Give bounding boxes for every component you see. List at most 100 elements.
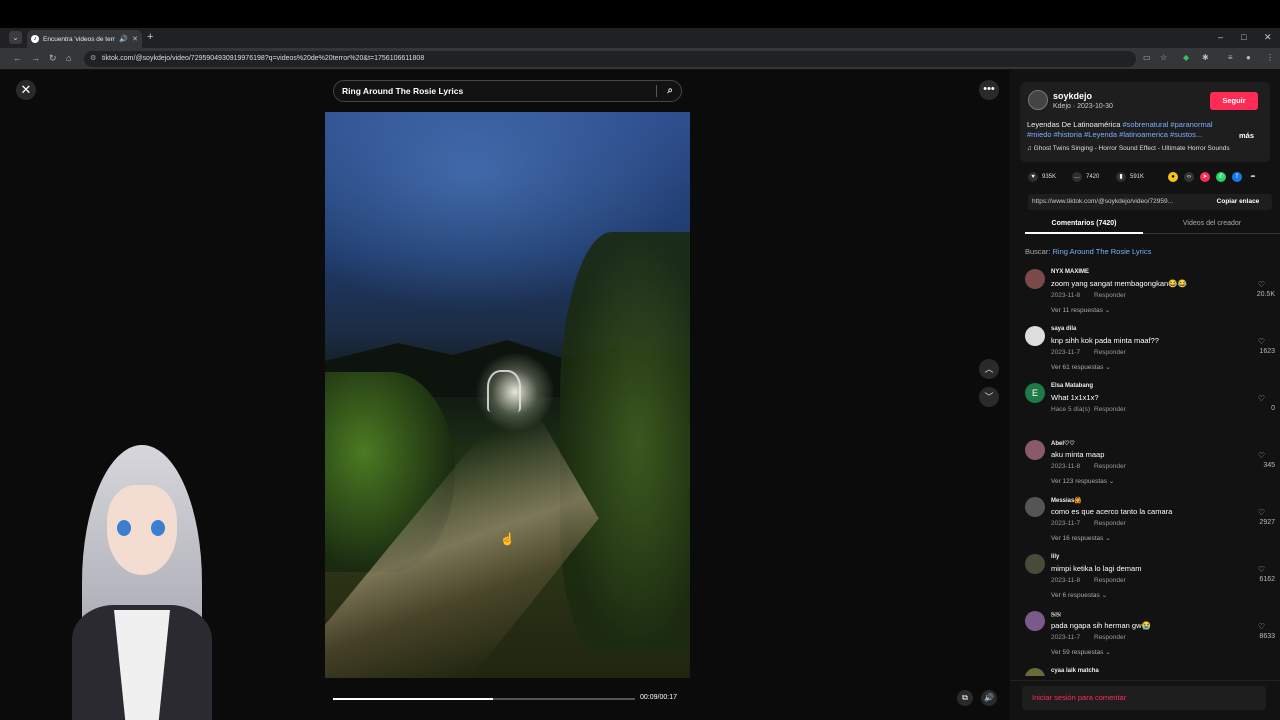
reply-link[interactable]: Responder [1094, 463, 1126, 470]
coin-icon[interactable]: ● [1168, 172, 1178, 182]
facebook-icon[interactable]: f [1232, 172, 1242, 182]
commenter-name[interactable]: lily [1051, 554, 1059, 560]
commenter-avatar[interactable] [1025, 668, 1045, 676]
description-hashtags-2[interactable]: #miedo #historia #Leyenda #latinoamerica… [1027, 130, 1202, 139]
comment-like-icon[interactable]: ♡ [1258, 280, 1265, 289]
extensions-icon[interactable]: ✱ [1202, 53, 1209, 62]
tab-list-button[interactable]: ⌄ [9, 31, 22, 44]
tab-comments[interactable]: Comentarios (7420) [1025, 220, 1143, 234]
commenter-name[interactable]: cyaa laik matcha [1051, 668, 1099, 674]
commenter-avatar[interactable] [1025, 440, 1045, 460]
search-hint-query[interactable]: Ring Around The Rosie Lyrics [1053, 247, 1152, 256]
search-icon[interactable]: ⌕ [667, 81, 673, 101]
reply-link[interactable]: Responder [1094, 292, 1126, 299]
window-close-button[interactable]: ✕ [1264, 32, 1272, 43]
comment-like-icon[interactable]: ♡ [1258, 565, 1265, 574]
commenter-name[interactable]: NYX MAXIME [1051, 269, 1089, 275]
window-maximize-button[interactable]: □ [1241, 32, 1246, 42]
follow-button[interactable]: Seguir [1210, 92, 1258, 110]
commenter-name[interactable]: Elsa Matabang [1051, 383, 1093, 389]
reply-link[interactable]: Responder [1094, 349, 1126, 356]
progress-bar[interactable] [333, 698, 635, 700]
home-icon[interactable]: ⌂ [66, 53, 71, 63]
whatsapp-icon[interactable]: ✆ [1216, 172, 1226, 182]
author-name[interactable]: soykdejo [1053, 91, 1092, 101]
volume-icon[interactable]: 🔊 [981, 690, 997, 706]
comment-like-icon[interactable]: ♡ [1258, 394, 1265, 403]
site-info-icon[interactable]: ⚙ [90, 51, 96, 67]
floating-player-icon[interactable]: ⧉ [957, 690, 973, 706]
reply-link[interactable]: Responder [1094, 634, 1126, 641]
comment-text: aku minta maap [1051, 450, 1105, 459]
search-input[interactable]: Ring Around The Rosie Lyrics ⌕ [333, 80, 682, 102]
url-field[interactable]: ⚙ tiktok.com/@soykdejo/video/72959049309… [84, 51, 1136, 67]
shield-extension-icon[interactable]: ◆ [1183, 53, 1189, 62]
login-to-comment-button[interactable]: Iniciar sesión para comentar [1022, 686, 1266, 710]
next-video-icon[interactable]: ﹀ [979, 387, 999, 407]
tab-audio-icon[interactable]: 🔊 [119, 35, 128, 43]
commenter-name[interactable]: Abel♡♡ [1051, 440, 1075, 447]
forward-icon[interactable]: → [31, 53, 40, 63]
reply-link[interactable]: Responder [1094, 577, 1126, 584]
description-hashtags-1[interactable]: #sobrenatural #paranormal [1122, 120, 1212, 129]
media-control-icon[interactable]: ≡ [1228, 53, 1233, 62]
tab-creator-videos[interactable]: Videos del creador [1153, 220, 1271, 227]
share-arrow-icon[interactable]: ➦ [1248, 172, 1258, 182]
embed-icon[interactable]: ‹› [1184, 172, 1194, 182]
more-link[interactable]: más [1239, 131, 1254, 140]
bookmark-star-icon[interactable]: ☆ [1160, 53, 1167, 62]
view-replies-link[interactable]: Ver 6 respuestas ⌄ [1051, 591, 1107, 599]
commenter-avatar[interactable] [1025, 554, 1045, 574]
more-options-icon[interactable]: ••• [979, 80, 999, 100]
video-frame[interactable] [325, 112, 690, 678]
profile-avatar-icon[interactable]: ● [1246, 53, 1251, 62]
install-app-icon[interactable]: ▭ [1143, 53, 1151, 62]
avatar-face [107, 485, 177, 575]
send-icon[interactable]: ➤ [1200, 172, 1210, 182]
new-tab-button[interactable]: + [147, 31, 153, 43]
comment-like-icon[interactable]: ♡ [1258, 508, 1265, 517]
vtuber-avatar-overlay [52, 445, 232, 720]
previous-video-icon[interactable]: ︿ [979, 359, 999, 379]
share-link-text[interactable]: https://www.tiktok.com/@soykdejo/video/7… [1032, 198, 1197, 205]
likes-count: 935K [1042, 174, 1057, 180]
comment-like-icon[interactable]: ♡ [1258, 451, 1265, 460]
commenter-avatar[interactable] [1025, 269, 1045, 289]
view-replies-link[interactable]: Ver 123 respuestas ⌄ [1051, 477, 1114, 485]
avatar-right-eye [151, 520, 165, 536]
view-replies-link[interactable]: Ver 11 respuestas ⌄ [1051, 306, 1110, 314]
window-minimize-button[interactable]: – [1218, 32, 1223, 42]
copy-link-button[interactable]: Copiar enlace [1204, 194, 1272, 210]
view-replies-link[interactable]: Ver 59 respuestas ⌄ [1051, 648, 1111, 656]
saves-stat[interactable]: ▮ 591K [1116, 172, 1144, 182]
author-avatar[interactable] [1028, 90, 1048, 110]
address-bar-row: ← → ↻ ⌂ ⚙ tiktok.com/@soykdejo/video/729… [0, 48, 1280, 70]
commenter-avatar[interactable] [1025, 611, 1045, 631]
reload-icon[interactable]: ↻ [49, 53, 57, 64]
commenter-avatar[interactable] [1025, 497, 1045, 517]
view-replies-link[interactable]: Ver 61 respuestas ⌄ [1051, 363, 1111, 371]
browser-menu-icon[interactable]: ⋮ [1266, 53, 1274, 62]
comment-like-icon[interactable]: ♡ [1258, 337, 1265, 346]
comments-stat[interactable]: … 7420 [1072, 172, 1099, 182]
commenter-avatar[interactable]: E [1025, 383, 1045, 403]
search-hint: Buscar: Ring Around The Rosie Lyrics [1025, 247, 1151, 256]
comment-date: 2023-11-7 [1051, 520, 1081, 527]
comment-date: 2023-11-8 [1051, 577, 1081, 584]
author-subtitle: Kdejo · 2023-10-30 [1053, 103, 1113, 110]
commenter-name[interactable]: Messias🙆 [1051, 497, 1082, 504]
view-replies-link[interactable]: Ver 16 respuestas ⌄ [1051, 534, 1111, 542]
back-icon[interactable]: ← [13, 53, 22, 63]
commenter-name[interactable]: saya dila [1051, 326, 1076, 332]
close-icon[interactable]: ✕ [16, 80, 36, 100]
comment-item: lily mimpi ketika lo lagi demam 2023-11-8 R… [1025, 551, 1275, 608]
music-track[interactable]: ♫ Ghost Twins Singing - Horror Sound Eff… [1027, 145, 1230, 152]
comment-like-icon[interactable]: ♡ [1258, 622, 1265, 631]
tab-close-icon[interactable]: ✕ [132, 35, 138, 43]
commenter-avatar[interactable] [1025, 326, 1045, 346]
reply-link[interactable]: Responder [1094, 406, 1126, 413]
browser-tab[interactable]: ♪ Encuentra 'videos de terror' 🔊 ✕ [27, 30, 142, 48]
likes-stat[interactable]: ♥ 935K [1028, 172, 1056, 182]
reply-link[interactable]: Responder [1094, 520, 1126, 527]
commenter-name[interactable]: ஜஜ [1051, 611, 1061, 618]
